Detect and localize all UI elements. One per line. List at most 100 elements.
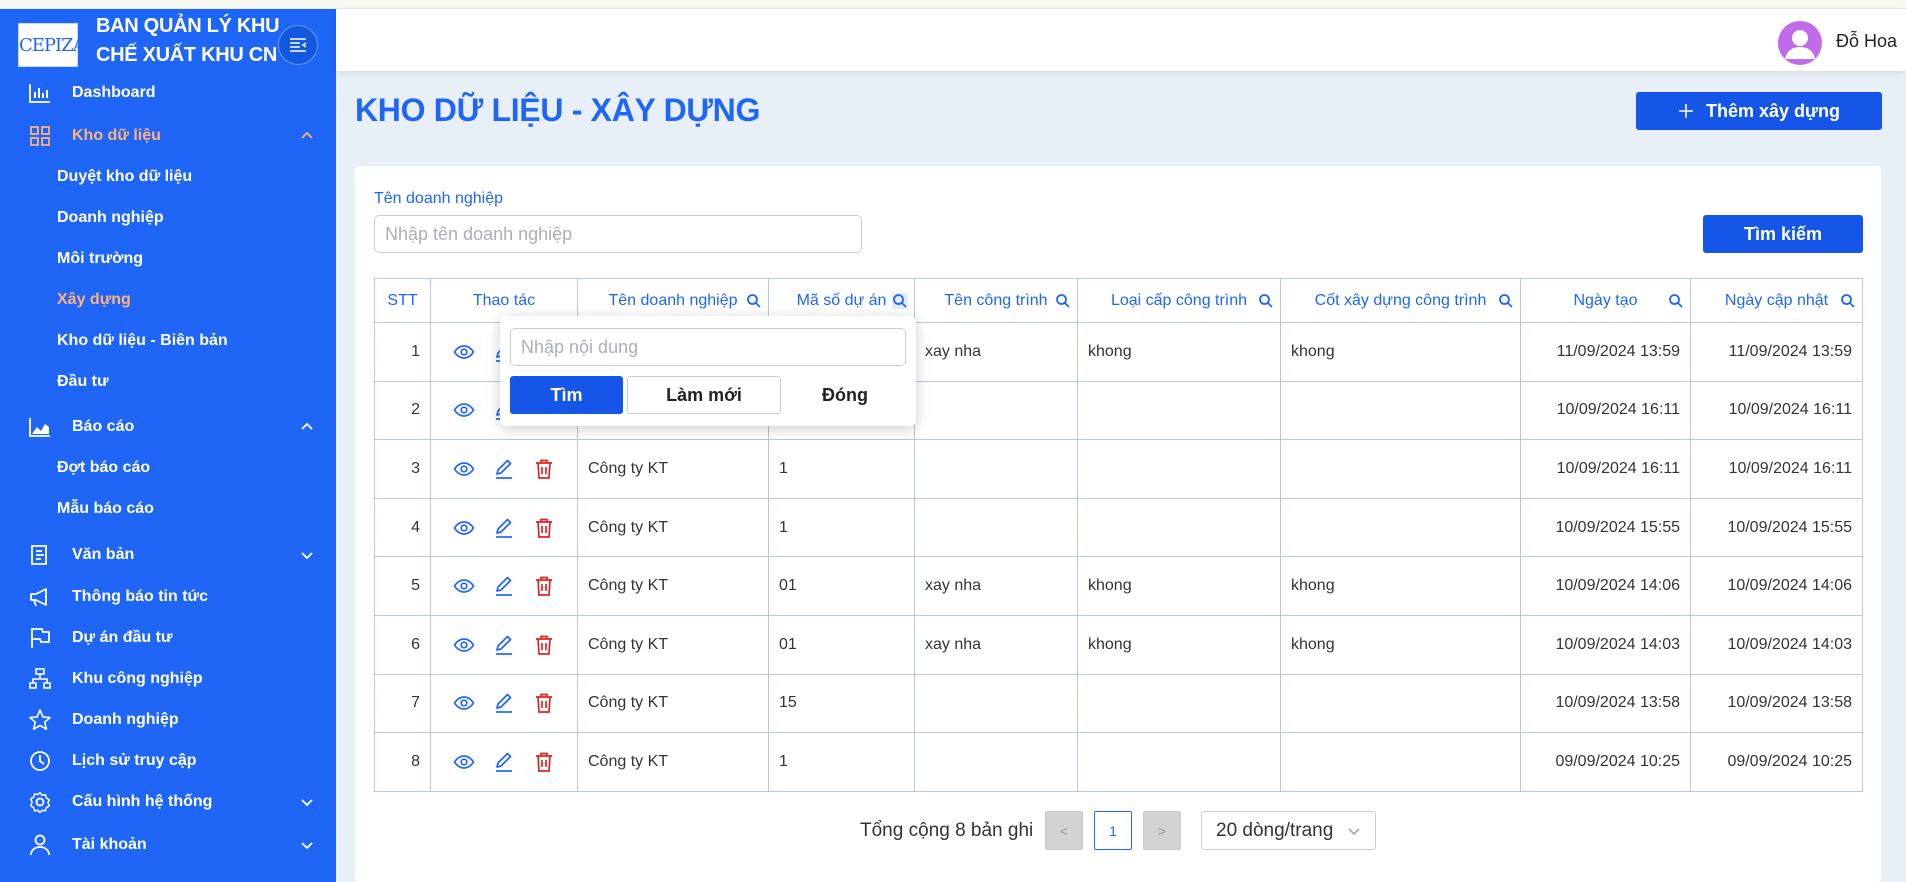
- delete-trash-icon[interactable]: [533, 634, 555, 656]
- cell-updated: 10/09/2024 16:11: [1690, 380, 1863, 441]
- sidebar-item-lich-su[interactable]: Lịch sử truy cập: [0, 743, 336, 779]
- table-row: 3 Công ty KT 1 10/09/2024 16:11 10/09/20…: [374, 439, 1863, 499]
- search-icon[interactable]: [1840, 293, 1856, 309]
- cell-project-code: 01: [768, 614, 915, 675]
- cell-company: Công ty KT: [577, 614, 769, 675]
- search-icon[interactable]: [1258, 293, 1274, 309]
- cell-construction-type: [1077, 380, 1281, 441]
- delete-trash-icon[interactable]: [533, 458, 555, 480]
- user-name[interactable]: Đỗ Hoa: [1836, 31, 1897, 52]
- cell-construction-type: khong: [1077, 614, 1281, 675]
- cell-construction-level: [1280, 732, 1521, 792]
- cell-construction-type: [1077, 732, 1281, 792]
- cell-actions: [430, 556, 578, 616]
- edit-pencil-icon[interactable]: [493, 517, 515, 539]
- sidebar-item-thong-bao[interactable]: Thông báo tin tức: [0, 579, 336, 615]
- cell-stt: 4: [374, 497, 431, 558]
- sidebar-item-du-an[interactable]: Dự án đầu tư: [0, 620, 336, 656]
- popup-find-button[interactable]: Tìm: [510, 376, 623, 414]
- delete-trash-icon[interactable]: [533, 692, 555, 714]
- sidebar-item-doanh-nghiep[interactable]: Doanh nghiệp: [0, 702, 336, 738]
- cell-construction-name: [914, 732, 1078, 792]
- edit-pencil-icon[interactable]: [493, 458, 515, 480]
- sidebar-subitem-mau-bao-cao[interactable]: Mẫu báo cáo: [57, 494, 154, 524]
- view-eye-icon[interactable]: [453, 751, 475, 773]
- popup-reset-button[interactable]: Làm mới: [627, 376, 781, 414]
- cell-project-code: 1: [768, 732, 915, 792]
- total-records: Tổng cộng 8 bản ghi: [860, 820, 1034, 841]
- search-icon[interactable]: [1498, 293, 1514, 309]
- table-row: 6 Công ty KT 01 xay nha khong khong 10/0…: [374, 614, 1863, 675]
- edit-pencil-icon[interactable]: [493, 634, 515, 656]
- view-eye-icon[interactable]: [453, 458, 475, 480]
- sidebar-subitem-xay-dung[interactable]: Xây dựng: [57, 285, 131, 315]
- cell-updated: 10/09/2024 13:58: [1690, 673, 1863, 734]
- avatar[interactable]: [1778, 21, 1822, 65]
- cell-actions: [430, 673, 578, 734]
- view-eye-icon[interactable]: [453, 575, 475, 597]
- delete-trash-icon[interactable]: [533, 751, 555, 773]
- filter-content-input[interactable]: [510, 328, 906, 366]
- delete-trash-icon[interactable]: [533, 575, 555, 597]
- sidebar-subitem-moi-truong[interactable]: Môi trường: [57, 244, 143, 274]
- cell-construction-level: khong: [1280, 322, 1521, 382]
- page-title: KHO DỮ LIỆU - XÂY DỰNG: [355, 92, 761, 128]
- cell-updated: 10/09/2024 16:11: [1690, 439, 1863, 499]
- page-size-select[interactable]: 20 dòng/trang: [1201, 811, 1376, 850]
- cell-actions: [430, 732, 578, 792]
- cell-company: Công ty KT: [577, 556, 769, 616]
- view-eye-icon[interactable]: [453, 634, 475, 656]
- cell-actions: [430, 614, 578, 675]
- search-icon[interactable]: [1668, 293, 1684, 309]
- sidebar-subitem-dau-tu[interactable]: Đầu tư: [57, 367, 109, 397]
- view-eye-icon[interactable]: [453, 692, 475, 714]
- chevron-down-icon: [301, 799, 313, 807]
- sidebar-item-cau-hinh[interactable]: Cấu hình hệ thống: [0, 784, 336, 820]
- popup-close-button[interactable]: Đóng: [785, 376, 905, 414]
- sidebar-item-tai-khoan[interactable]: Tài khoản: [0, 827, 336, 863]
- view-eye-icon[interactable]: [453, 517, 475, 539]
- sidebar-subitem-bien-ban[interactable]: Kho dữ liệu - Biên bản: [57, 326, 228, 356]
- cell-actions: [430, 439, 578, 499]
- sidebar-subitem-doanh-nghiep[interactable]: Doanh nghiệp: [57, 203, 164, 233]
- cell-project-code: 1: [768, 439, 915, 499]
- page-1-button[interactable]: 1: [1094, 811, 1132, 850]
- cell-construction-name: xay nha: [914, 614, 1078, 675]
- sidebar-item-dashboard[interactable]: Dashboard: [0, 75, 336, 111]
- cell-construction-level: [1280, 380, 1521, 441]
- search-icon[interactable]: [892, 293, 908, 309]
- cell-stt: 5: [374, 556, 431, 616]
- add-construction-button[interactable]: Thêm xây dựng: [1636, 92, 1882, 130]
- menu-collapse-icon: [290, 38, 307, 52]
- sidebar-subitem-duyet-kho[interactable]: Duyệt kho dữ liệu: [57, 162, 192, 192]
- sidebar-toggle-button[interactable]: [278, 25, 318, 65]
- cell-stt: 7: [374, 673, 431, 734]
- sidebar-item-bao-cao[interactable]: Báo cáo: [0, 409, 336, 445]
- view-eye-icon[interactable]: [453, 399, 475, 421]
- prev-page-button[interactable]: <: [1045, 811, 1083, 850]
- search-button[interactable]: Tìm kiếm: [1703, 215, 1863, 253]
- cell-construction-type: [1077, 439, 1281, 499]
- chevron-down-icon: [1348, 828, 1360, 836]
- cell-updated: 09/09/2024 10:25: [1690, 732, 1863, 792]
- company-search-input[interactable]: [374, 215, 862, 253]
- cell-construction-type: khong: [1077, 322, 1281, 382]
- sidebar-item-van-ban[interactable]: Văn bản: [0, 537, 336, 573]
- next-page-button[interactable]: >: [1143, 811, 1181, 850]
- sidebar-subitem-dot-bao-cao[interactable]: Đợt báo cáo: [57, 453, 150, 483]
- search-icon[interactable]: [746, 293, 762, 309]
- sidebar-item-khu-cong-nghiep[interactable]: Khu công nghiệp: [0, 661, 336, 697]
- view-eye-icon[interactable]: [453, 341, 475, 363]
- sidebar-item-kho-du-lieu[interactable]: Kho dữ liệu: [0, 118, 336, 154]
- cell-updated: 10/09/2024 14:03: [1690, 614, 1863, 675]
- cell-construction-name: xay nha: [914, 556, 1078, 616]
- user-avatar-icon: [1785, 30, 1815, 59]
- edit-pencil-icon[interactable]: [493, 751, 515, 773]
- edit-pencil-icon[interactable]: [493, 692, 515, 714]
- edit-pencil-icon[interactable]: [493, 575, 515, 597]
- search-icon[interactable]: [1055, 293, 1071, 309]
- top-strip: [0, 0, 1906, 9]
- cell-stt: 1: [374, 322, 431, 382]
- delete-trash-icon[interactable]: [533, 517, 555, 539]
- cell-created: 10/09/2024 13:58: [1520, 673, 1691, 734]
